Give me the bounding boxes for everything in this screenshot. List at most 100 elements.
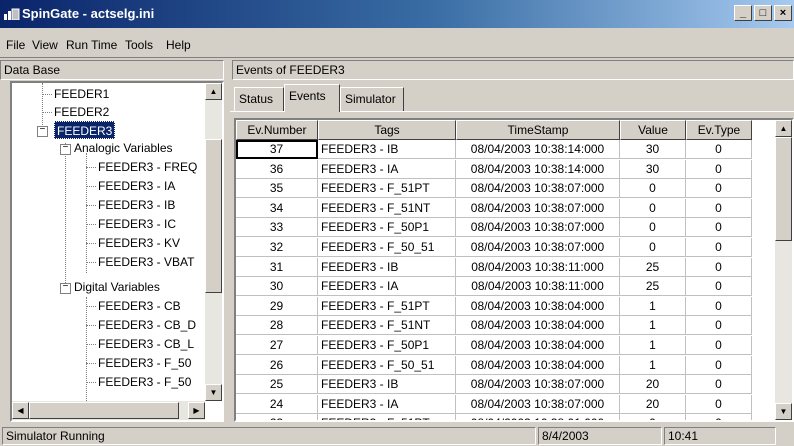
cell-ev-type[interactable]: 0 — [686, 238, 752, 257]
collapse-icon[interactable]: − — [60, 283, 71, 294]
cell-timestamp[interactable]: 08/04/2003 10:38:01:000 — [456, 414, 620, 420]
cell-ev-number[interactable]: 30 — [236, 277, 318, 297]
tab-simulator[interactable]: Simulator — [340, 87, 404, 111]
cell-tag[interactable]: FEEDER3 - F_50_51 — [318, 355, 456, 375]
cell-ev-number[interactable]: 24 — [236, 394, 318, 414]
cell-tag[interactable]: FEEDER3 - IB — [318, 257, 456, 277]
cell-timestamp[interactable]: 08/04/2003 10:38:07:000 — [456, 238, 620, 257]
grid-vertical-scrollbar[interactable]: ▲ ▼ — [775, 120, 792, 420]
minimize-button[interactable]: _ — [734, 5, 752, 21]
cell-ev-type[interactable]: 0 — [686, 179, 752, 199]
scroll-thumb[interactable] — [29, 402, 179, 419]
cell-timestamp[interactable]: 08/04/2003 10:38:04:000 — [456, 336, 620, 355]
cell-tag[interactable]: FEEDER3 - IA — [318, 159, 456, 179]
tree-node-feeder3-cb[interactable]: FEEDER3 - CB — [98, 297, 181, 315]
cell-ev-number[interactable]: 27 — [236, 336, 318, 355]
column-tags[interactable]: Tags — [318, 120, 456, 140]
cell-timestamp[interactable]: 08/04/2003 10:38:07:000 — [456, 394, 620, 414]
cell-tag[interactable]: FEEDER3 - F_51PT — [318, 414, 456, 420]
cell-value[interactable]: 1 — [620, 316, 686, 336]
cell-ev-type[interactable]: 0 — [686, 355, 752, 375]
cell-value[interactable]: 1 — [620, 296, 686, 316]
tree-node-analogic-variables[interactable]: Analogic Variables — [74, 139, 173, 157]
cell-timestamp[interactable]: 08/04/2003 10:38:04:000 — [456, 316, 620, 336]
scroll-thumb[interactable] — [775, 137, 792, 241]
cell-ev-number[interactable]: 32 — [236, 238, 318, 257]
cell-timestamp[interactable]: 08/04/2003 10:38:14:000 — [456, 140, 620, 159]
cell-tag[interactable]: FEEDER3 - IB — [318, 140, 456, 159]
cell-value[interactable]: 0 — [620, 218, 686, 238]
close-button[interactable]: × — [774, 5, 792, 21]
column-value[interactable]: Value — [620, 120, 686, 140]
cell-value[interactable]: 25 — [620, 277, 686, 297]
cell-ev-type[interactable]: 0 — [686, 316, 752, 336]
scroll-down-icon[interactable]: ▼ — [775, 403, 792, 420]
tree-node-feeder3[interactable]: FEEDER3 — [54, 121, 116, 139]
cell-ev-type[interactable]: 0 — [686, 257, 752, 277]
cell-value[interactable]: 0 — [620, 238, 686, 257]
scroll-right-icon[interactable]: ▶ — [188, 402, 205, 419]
scroll-left-icon[interactable]: ◀ — [12, 402, 29, 419]
tree-node-feeder3-cb-d[interactable]: FEEDER3 - CB_D — [98, 316, 196, 334]
cell-ev-type[interactable]: 0 — [686, 140, 752, 159]
cell-tag[interactable]: FEEDER3 - IB — [318, 375, 456, 395]
cell-ev-number[interactable]: 37 — [236, 140, 318, 159]
tab-status[interactable]: Status — [234, 87, 284, 111]
cell-ev-number[interactable]: 36 — [236, 159, 318, 179]
collapse-icon[interactable]: − — [60, 144, 71, 155]
cell-ev-number[interactable]: 29 — [236, 296, 318, 316]
tree-horizontal-scrollbar[interactable]: ◀ ▶ — [12, 401, 205, 420]
cell-ev-type[interactable]: 0 — [686, 394, 752, 414]
cell-value[interactable]: 20 — [620, 375, 686, 395]
cell-value[interactable]: 30 — [620, 140, 686, 159]
maximize-button[interactable]: □ — [754, 5, 772, 21]
cell-ev-type[interactable]: 0 — [686, 218, 752, 238]
database-tree[interactable]: FEEDER1 FEEDER2 − FEEDER3 − Analogic Var… — [10, 81, 224, 422]
column-ev-type[interactable]: Ev.Type — [686, 120, 752, 140]
scroll-up-icon[interactable]: ▲ — [775, 120, 792, 137]
events-grid[interactable]: Ev.Number Tags TimeStamp Value Ev.Type 37 FEE… — [234, 118, 794, 422]
scroll-down-icon[interactable]: ▼ — [205, 384, 222, 401]
cell-timestamp[interactable]: 08/04/2003 10:38:04:000 — [456, 355, 620, 375]
scroll-up-icon[interactable]: ▲ — [205, 83, 222, 100]
tree-vertical-scrollbar[interactable]: ▲ ▼ — [205, 83, 222, 401]
scroll-thumb[interactable] — [205, 139, 222, 293]
cell-ev-number[interactable]: 35 — [236, 179, 318, 199]
cell-ev-number[interactable]: 25 — [236, 375, 318, 395]
cell-ev-number[interactable]: 28 — [236, 316, 318, 336]
cell-timestamp[interactable]: 08/04/2003 10:38:07:000 — [456, 198, 620, 218]
cell-value[interactable]: 30 — [620, 159, 686, 179]
cell-value[interactable]: 1 — [620, 355, 686, 375]
cell-tag[interactable]: FEEDER3 - F_50P1 — [318, 218, 456, 238]
cell-value[interactable]: 1 — [620, 336, 686, 355]
cell-value[interactable]: 20 — [620, 394, 686, 414]
cell-tag[interactable]: FEEDER3 - F_50P1 — [318, 336, 456, 355]
cell-ev-type[interactable]: 0 — [686, 159, 752, 179]
cell-ev-type[interactable]: 0 — [686, 296, 752, 316]
cell-timestamp[interactable]: 08/04/2003 10:38:11:000 — [456, 257, 620, 277]
cell-ev-type[interactable]: 0 — [686, 375, 752, 395]
cell-ev-type[interactable]: 0 — [686, 198, 752, 218]
tree-node-feeder1[interactable]: FEEDER1 — [54, 85, 109, 103]
column-timestamp[interactable]: TimeStamp — [456, 120, 620, 140]
cell-value[interactable]: 25 — [620, 257, 686, 277]
tree-node-feeder2[interactable]: FEEDER2 — [54, 103, 109, 121]
cell-ev-number[interactable]: 23 — [236, 414, 318, 420]
tab-events[interactable]: Events — [284, 84, 340, 112]
cell-ev-type[interactable]: 0 — [686, 414, 752, 420]
cell-value[interactable]: 0 — [620, 179, 686, 199]
tree-node-feeder3-f50[interactable]: FEEDER3 - F_50 — [98, 354, 191, 372]
cell-timestamp[interactable]: 08/04/2003 10:38:07:000 — [456, 375, 620, 395]
tree-node-feeder3-kv[interactable]: FEEDER3 - KV — [98, 234, 180, 252]
cell-timestamp[interactable]: 08/04/2003 10:38:07:000 — [456, 179, 620, 199]
cell-timestamp[interactable]: 08/04/2003 10:38:07:000 — [456, 218, 620, 238]
cell-tag[interactable]: FEEDER3 - F_51PT — [318, 179, 456, 199]
tree-node-feeder3-ia[interactable]: FEEDER3 - IA — [98, 177, 175, 195]
cell-timestamp[interactable]: 08/04/2003 10:38:11:000 — [456, 277, 620, 297]
menu-view[interactable]: View — [32, 38, 58, 52]
cell-tag[interactable]: FEEDER3 - IA — [318, 394, 456, 414]
cell-tag[interactable]: FEEDER3 - F_50_51 — [318, 238, 456, 257]
cell-value[interactable]: 0 — [620, 414, 686, 420]
cell-tag[interactable]: FEEDER3 - F_51PT — [318, 296, 456, 316]
cell-ev-number[interactable]: 26 — [236, 355, 318, 375]
